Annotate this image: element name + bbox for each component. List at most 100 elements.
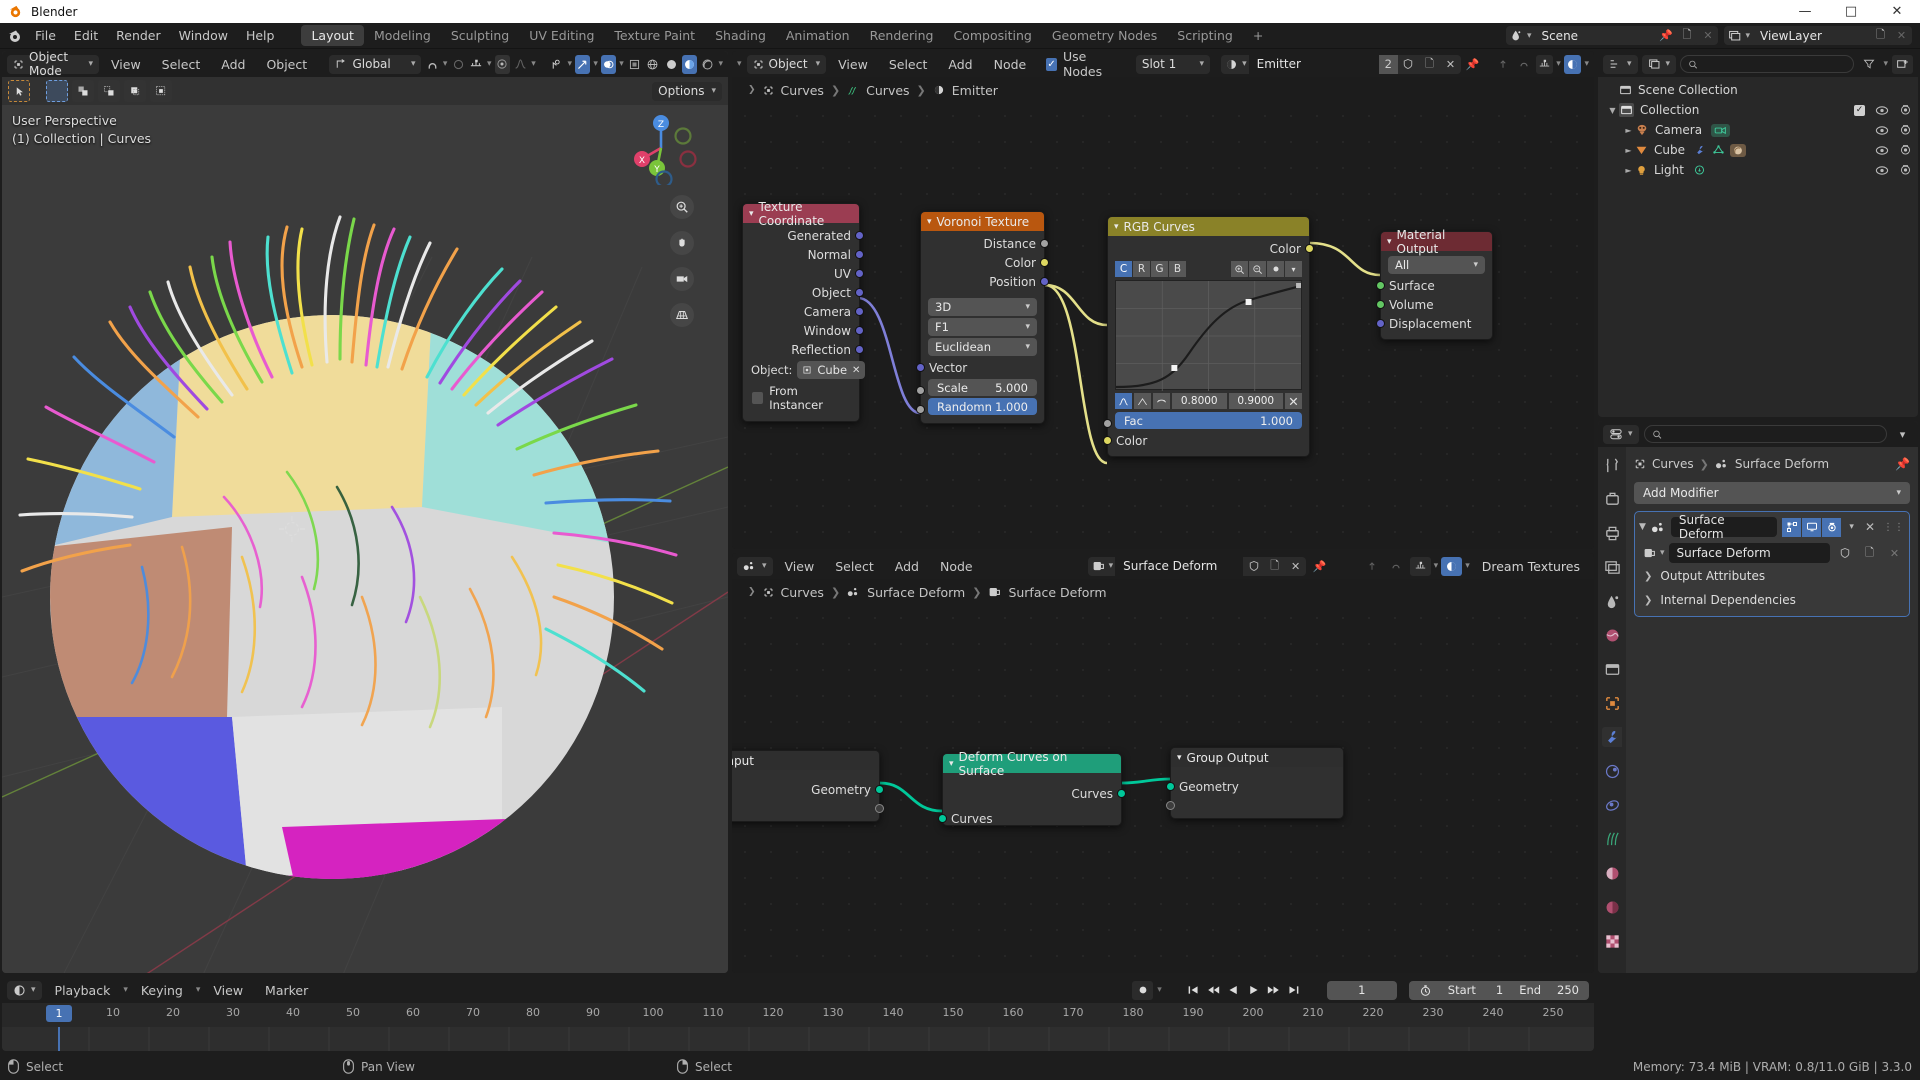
workspace-tab-layout[interactable]: Layout [301,25,364,46]
maximize-button[interactable]: □ [1828,0,1874,23]
material-icon[interactable] [1729,143,1746,157]
zoom-view-icon[interactable] [670,195,694,219]
curve-zoom-out-icon[interactable] [1249,261,1266,277]
outliner-row-collection[interactable]: ▼ Collection ✓ [1598,100,1918,120]
disable-in-renders-icon[interactable] [1899,144,1912,156]
jump-to-end-icon[interactable] [1284,981,1303,1000]
properties-options-icon[interactable]: ▾ [1892,425,1913,444]
new-view-layer-icon[interactable]: 🗋 [1870,26,1891,45]
socket-uv[interactable]: UV [743,264,864,283]
properties-tab-scene[interactable] [1602,591,1622,611]
shader-menu-add[interactable]: Add [939,54,981,75]
viewport-menu-object[interactable]: Object [257,54,316,75]
pin-geonodes-icon[interactable]: 📌 [1309,557,1330,576]
add-modifier-button[interactable]: Add Modifier ▾ [1634,482,1910,504]
socket-normal[interactable]: Normal [743,245,864,264]
curve-plot-area[interactable] [1115,280,1302,391]
handle-auto-icon[interactable] [1115,393,1132,409]
node-group-output[interactable]: ▾ Group Output Geometry [1166,747,1344,819]
scene-datablock-icon[interactable] [1506,26,1527,45]
voronoi-distance-metric-dropdown[interactable]: Euclidean ▾ [928,338,1037,356]
workspace-tab-shading[interactable]: Shading [705,25,776,46]
modifier-drag-handle[interactable]: ⋮⋮ [1883,522,1905,533]
geonodes-go-to-parent-icon[interactable] [1362,557,1383,576]
socket-window[interactable]: Window [743,321,864,340]
properties-tab-object[interactable] [1602,693,1622,713]
properties-tab-particles[interactable] [1602,829,1622,849]
material-users-count[interactable]: 2 [1378,54,1398,74]
node-header[interactable]: ▾ Material Output [1381,228,1492,256]
curve-tab-r[interactable]: R [1133,261,1150,277]
expand-triangle[interactable]: ► [1622,166,1635,175]
node-group-datablock-icon[interactable] [1088,557,1109,576]
select-extend-icon[interactable] [72,80,94,102]
socket-surface[interactable]: Surface [1376,276,1492,295]
socket-generated[interactable]: Generated [743,226,864,245]
socket-dot[interactable] [916,386,925,395]
voronoi-randomness-row[interactable]: Randomn 1.000 [916,398,1044,415]
expand-triangle[interactable]: ▼ [1606,106,1619,115]
geonodes-menu-select[interactable]: Select [826,556,883,577]
curve-presets-icon[interactable]: ▾ [1285,261,1302,277]
current-frame-field[interactable]: 1 [1326,980,1397,1000]
node-header[interactable]: ▾ Voronoi Texture [921,212,1044,231]
socket-dot[interactable] [875,804,884,813]
view-layer-datablock-icon[interactable] [1724,26,1745,45]
from-instancer-checkbox[interactable] [752,392,764,404]
voronoi-scale-field[interactable]: Scale 5.000 [928,379,1037,396]
pan-view-icon[interactable] [670,231,694,255]
socket-dot[interactable] [855,326,864,335]
properties-tab-physics[interactable] [1602,761,1622,781]
close-button[interactable]: ✕ [1874,0,1920,23]
blender-menu-icon[interactable] [4,26,26,46]
material-output-target-dropdown[interactable]: All ▾ [1388,256,1485,274]
node-snap-mode-icon[interactable] [1535,54,1554,74]
curve-tab-c[interactable]: C [1115,261,1132,277]
shading-wireframe-icon[interactable] [645,55,660,74]
socket-color-in[interactable]: Color [1103,431,1309,450]
delete-view-layer-icon[interactable]: ✕ [1891,26,1912,45]
outliner-search-field[interactable] [1703,57,1847,71]
node-header[interactable]: ▾ Group Input [732,751,879,770]
snap-to-increment-icon[interactable] [469,55,484,74]
material-name-field[interactable]: Emitter [1248,54,1379,74]
remove-modifier-icon[interactable]: ✕ [1862,520,1878,534]
menu-render[interactable]: Render [107,25,170,46]
new-collection-icon[interactable] [1892,54,1913,74]
node-header[interactable]: ▾ Group Output [1171,748,1343,767]
geonodes-snap-magnet-icon[interactable] [1386,557,1407,576]
timeline-menu-playback[interactable]: Playback [46,980,120,1001]
node-header[interactable]: ▾ Deform Curves on Surface [943,750,1121,778]
handle-vector-icon[interactable] [1134,393,1151,409]
select-subtract-icon[interactable] [98,80,120,102]
geonodes-canvas[interactable]: ▾ Group Input Geometry ▾ Deform Curves o… [732,605,1594,973]
subpanel-internal-dependencies[interactable]: ❯ Internal Dependencies [1639,588,1905,612]
menu-help[interactable]: Help [237,25,284,46]
material-datablock-icon[interactable] [1221,55,1242,74]
socket-dot[interactable] [1040,258,1049,267]
transform-orientation-selector[interactable]: Global ▾ [329,54,422,74]
modifier-icon[interactable] [1694,144,1707,156]
hide-in-viewport-icon[interactable] [1875,145,1889,156]
socket-dot[interactable] [855,269,864,278]
duplicate-node-group-icon[interactable]: 🗋 [1859,544,1880,563]
properties-tab-render[interactable] [1602,489,1622,509]
select-box-icon[interactable] [46,80,68,102]
socket-displacement[interactable]: Displacement [1376,314,1492,333]
menu-file[interactable]: File [26,25,65,46]
voronoi-scale-row[interactable]: Scale 5.000 [916,379,1044,396]
start-frame-value[interactable]: 1 [1496,983,1503,997]
snap-magnet-icon[interactable] [424,55,439,74]
hide-in-viewport-icon[interactable] [1875,105,1889,116]
rgb-curve-widget[interactable]: C R G B ▾ 0.8000 0.9000 ✕ [1115,261,1302,409]
menu-edit[interactable]: Edit [65,25,107,46]
properties-tab-output[interactable] [1602,523,1622,543]
viewport-menu-select[interactable]: Select [153,54,210,75]
timeline-ruler[interactable]: 1 10 20 30 40 50 60 70 80 90 100 110 120… [2,1003,1594,1027]
expand-triangle[interactable]: ► [1622,126,1635,135]
clear-object-icon[interactable]: ✕ [852,365,860,376]
outliner-row-scene-collection[interactable]: Scene Collection [1598,80,1918,100]
workspace-tab-texture-paint[interactable]: Texture Paint [604,25,705,46]
modifier-node-group-field[interactable]: Surface Deform [1668,543,1830,563]
properties-search-field[interactable] [1666,427,1879,441]
